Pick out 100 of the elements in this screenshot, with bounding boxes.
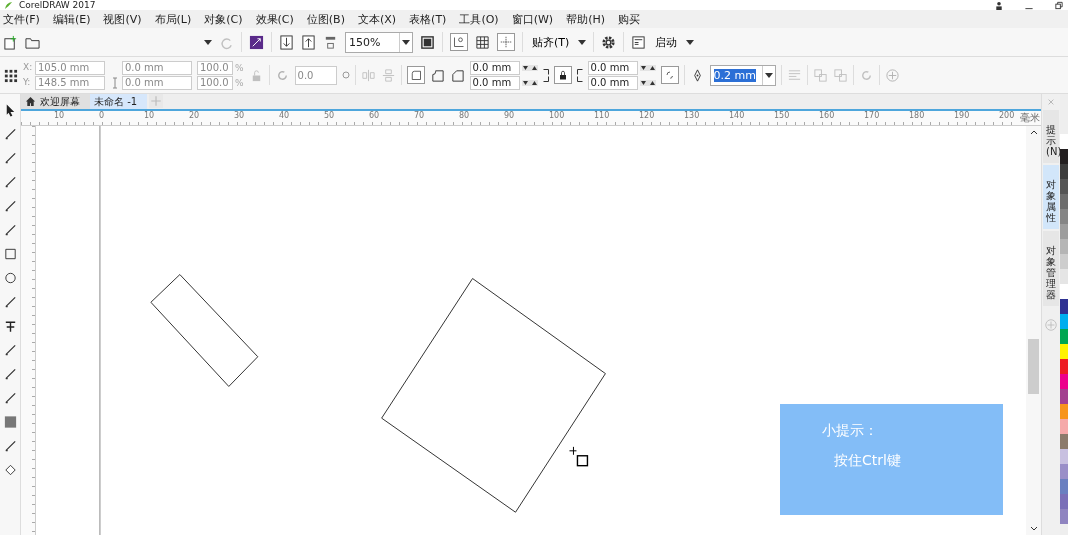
menu-item[interactable]: 文件(F) (3, 11, 40, 27)
color-swatch[interactable] (1060, 389, 1068, 404)
settings-icon[interactable] (601, 34, 617, 50)
scale-x-field[interactable]: 100.0 (197, 60, 233, 75)
color-swatch[interactable] (1060, 299, 1068, 314)
menu-item[interactable]: 编辑(E) (52, 11, 91, 27)
caret-icon[interactable] (204, 39, 212, 45)
restore-icon[interactable] (1054, 0, 1064, 10)
color-swatch[interactable] (1060, 134, 1068, 149)
corner-radius-field[interactable]: 0.0 mm (469, 60, 520, 75)
caret-icon[interactable] (764, 72, 773, 78)
vertical-scrollbar[interactable] (1026, 126, 1041, 535)
grid-icon[interactable] (475, 34, 490, 50)
color-swatch[interactable] (1060, 344, 1068, 359)
document-tab[interactable]: 未命名 -1 (90, 94, 148, 109)
menu-item[interactable]: 窗口(W) (511, 11, 554, 27)
menu-item[interactable]: 视图(V) (103, 11, 142, 27)
caret-icon[interactable] (578, 39, 587, 45)
percent-label: % (235, 77, 244, 88)
color-swatch[interactable] (1060, 314, 1068, 329)
menu-item[interactable]: 表格(T) (409, 11, 447, 27)
menu-item[interactable]: 对象(C) (204, 11, 243, 27)
object-origin-icon[interactable] (3, 67, 18, 83)
zoom-dropdown[interactable]: 150% (345, 31, 413, 53)
color-swatch[interactable] (1060, 404, 1068, 419)
color-swatch[interactable] (1060, 209, 1068, 224)
menu-item[interactable]: 位图(B) (306, 11, 345, 27)
menu-item[interactable]: 工具(O) (459, 11, 499, 27)
color-swatch[interactable] (1060, 149, 1068, 164)
color-swatch[interactable] (1060, 284, 1068, 299)
connect-arrow-icon[interactable] (249, 34, 264, 50)
menu-item[interactable]: 布局(L) (154, 11, 192, 27)
x-position-field[interactable]: 105.0 mm (35, 60, 105, 75)
corner-radius-field[interactable]: 0.0 mm (587, 75, 638, 90)
ruler-label: 130 (684, 111, 700, 120)
scale-y-field[interactable]: 100.0 (197, 75, 233, 90)
spin-arrows-icon[interactable] (521, 79, 538, 86)
color-swatch[interactable] (1060, 419, 1068, 434)
user-icon[interactable] (994, 0, 1004, 10)
guidelines-icon[interactable] (497, 33, 515, 51)
scroll-thumb[interactable] (1028, 339, 1039, 394)
spin-arrows-icon[interactable] (639, 64, 656, 71)
color-swatch[interactable] (1060, 269, 1068, 284)
height-field[interactable]: 0.0 mm (122, 75, 192, 90)
menu-item[interactable]: 文本(X) (357, 11, 397, 27)
full-screen-icon[interactable] (420, 34, 435, 50)
spin-arrows-icon[interactable] (521, 64, 538, 71)
ellipse-tool-icon[interactable] (2, 270, 18, 286)
color-swatch[interactable] (1060, 239, 1068, 254)
y-position-field[interactable]: 148.5 mm (35, 75, 105, 90)
document-tab[interactable]: 欢迎屏幕 (21, 94, 90, 109)
new-document-icon[interactable] (3, 34, 18, 50)
color-swatch[interactable] (1060, 164, 1068, 179)
ruler-label: 150 (774, 111, 790, 120)
color-swatch[interactable] (1060, 329, 1068, 344)
color-swatch[interactable] (1060, 179, 1068, 194)
menu-item[interactable]: 购买 (618, 11, 640, 27)
snap-to-button[interactable]: 贴齐(T) (530, 34, 572, 50)
color-swatch[interactable] (1060, 254, 1068, 269)
x-label: X: (23, 61, 33, 74)
scallop-corner-icon[interactable] (429, 67, 445, 83)
color-swatch[interactable] (1060, 479, 1068, 494)
chamfer-corner-icon[interactable] (449, 67, 465, 83)
lock-icon[interactable] (553, 66, 572, 84)
width-field[interactable]: 0.0 mm (122, 60, 192, 75)
fill-tool-icon[interactable] (2, 462, 18, 478)
ruler-label: 160 (819, 111, 835, 120)
color-swatch[interactable] (1060, 509, 1068, 524)
ruler-label: 140 (729, 111, 745, 120)
launch-icon[interactable] (631, 34, 647, 50)
color-swatch[interactable] (1060, 359, 1068, 374)
export-icon[interactable] (301, 34, 316, 50)
corner-radius-field[interactable]: 0.0 mm (469, 75, 520, 90)
menu-item[interactable]: 帮助(H) (566, 11, 605, 27)
color-swatch[interactable] (1060, 374, 1068, 389)
docker-tab[interactable]: 对象管理器 (1043, 231, 1059, 306)
caret-icon[interactable] (686, 39, 695, 45)
outline-width-dropdown[interactable]: 0.2 mm (709, 64, 776, 86)
rectangle-tool-icon[interactable] (2, 246, 18, 262)
scroll-down-icon[interactable] (1029, 526, 1038, 531)
caret-icon[interactable] (402, 39, 410, 45)
rulers-icon[interactable] (450, 33, 468, 51)
color-swatch[interactable] (1060, 434, 1068, 449)
launch-button[interactable]: 启动 (653, 34, 680, 50)
color-swatch[interactable] (1060, 224, 1068, 239)
menu-item[interactable]: 效果(C) (255, 11, 294, 27)
scroll-up-icon[interactable] (1029, 130, 1038, 135)
docker-tab[interactable]: 对象属性 (1043, 165, 1059, 229)
spin-arrows-icon[interactable] (639, 79, 656, 86)
rotation-field[interactable]: 0.0 (294, 65, 337, 85)
import-icon[interactable] (279, 34, 294, 50)
color-swatch[interactable] (1060, 194, 1068, 209)
ruler-label: 60 (369, 111, 380, 120)
round-corner-icon[interactable] (406, 66, 425, 84)
transparency-tool-icon[interactable] (2, 414, 18, 430)
docker-tab[interactable]: 提示(N) (1043, 110, 1059, 163)
color-swatch[interactable] (1060, 494, 1068, 509)
corner-radius-field[interactable]: 0.0 mm (587, 60, 638, 75)
color-swatch[interactable] (1060, 449, 1068, 464)
color-swatch[interactable] (1060, 464, 1068, 479)
